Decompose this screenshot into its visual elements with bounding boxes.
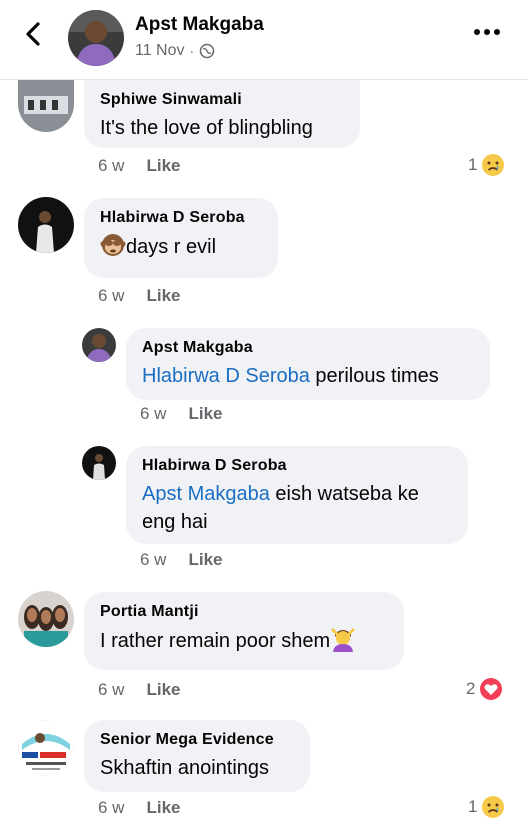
sad-face-emoji-icon	[482, 796, 505, 818]
heart-emoji-icon	[480, 678, 503, 700]
comment-time: 6 w	[98, 286, 125, 305]
like-button[interactable]: Like	[146, 286, 180, 306]
comment-time: 6 w	[98, 680, 125, 699]
post-header: Apst Makgaba 11 Nov ·	[0, 0, 528, 80]
post-meta: 11 Nov ·	[135, 42, 215, 60]
commenter-name[interactable]: Senior Mega Evidence	[100, 730, 294, 750]
comment-text: Skhaftin anointings	[100, 757, 270, 779]
comment-bubble[interactable]: Portia Mantji I rather remain poor shem	[84, 592, 404, 670]
commenter-name[interactable]: Apst Makgaba	[142, 338, 474, 358]
comment-text-body: I rather remain poor shem	[100, 630, 331, 652]
comment-bubble[interactable]: Senior Mega Evidence Skhaftin anointings	[84, 720, 310, 792]
like-button[interactable]: Like	[188, 404, 222, 424]
commenter-name[interactable]: Hlabirwa D Seroba	[100, 208, 262, 228]
comment-actions: 6 w Like	[140, 404, 223, 424]
comment-time: 6 w	[98, 798, 125, 817]
comment-time: 6 w	[140, 404, 167, 423]
comment-text: I rather remain poor shem	[100, 626, 388, 655]
avatar[interactable]	[18, 80, 74, 132]
comment-time: 6 w	[98, 156, 125, 175]
woman-gesturing-emoji-icon	[331, 628, 355, 652]
comment-actions: 6 w Like	[98, 156, 181, 176]
mention-link[interactable]: Hlabirwa D Seroba	[142, 365, 310, 387]
comment-time: 6 w	[140, 550, 167, 569]
like-button[interactable]: Like	[146, 798, 180, 818]
comment-text-line2: eng hai	[142, 511, 208, 533]
comment-actions: 6 w Like	[98, 286, 181, 306]
reply-bubble[interactable]: Hlabirwa D Seroba Apst Makgaba eish wats…	[126, 446, 468, 544]
comment-actions: 6 w Like	[98, 680, 181, 700]
comment-bubble[interactable]: Hlabirwa D Seroba days r evil	[84, 198, 278, 278]
separator-dot: ·	[189, 43, 195, 59]
reaction-count: 1	[468, 797, 478, 816]
commenter-name[interactable]: Hlabirwa D Seroba	[142, 456, 452, 476]
reaction-summary[interactable]: 1	[468, 153, 505, 177]
monkey-emoji-icon	[100, 234, 126, 256]
post-date: 11 Nov	[135, 42, 185, 59]
like-button[interactable]: Like	[188, 550, 222, 570]
comment-bubble[interactable]: Sphiwe Sinwamali It's the love of blingb…	[84, 80, 360, 148]
avatar[interactable]	[18, 591, 74, 647]
globe-icon	[199, 43, 215, 59]
comment-actions: 6 w Like	[140, 550, 223, 570]
avatar[interactable]	[18, 197, 74, 253]
comment-actions: 6 w Like	[98, 798, 181, 818]
comment-text: Apst Makgaba eish watseba ke eng hai	[142, 480, 452, 536]
like-button[interactable]: Like	[146, 156, 180, 176]
sad-face-emoji-icon	[482, 154, 505, 176]
comment-text: It's the love of blingbling	[100, 117, 313, 139]
avatar[interactable]	[82, 328, 116, 362]
back-arrow-icon[interactable]	[22, 20, 46, 48]
mention-link[interactable]: Apst Makgaba	[142, 483, 270, 505]
comment-text-body: days r evil	[126, 236, 217, 258]
like-button[interactable]: Like	[146, 680, 180, 700]
avatar[interactable]	[68, 10, 124, 66]
more-options-icon[interactable]	[474, 26, 502, 38]
reply-bubble[interactable]: Apst Makgaba Hlabirwa D Seroba perilous …	[126, 328, 490, 400]
reaction-count: 1	[468, 155, 478, 174]
reaction-summary[interactable]: 1	[468, 795, 505, 819]
reaction-summary[interactable]: 2	[466, 677, 503, 701]
author-name[interactable]: Apst Makgaba	[135, 14, 264, 36]
commenter-name[interactable]: Sphiwe Sinwamali	[100, 90, 344, 110]
avatar[interactable]	[18, 720, 74, 776]
commenter-name[interactable]: Portia Mantji	[100, 602, 388, 622]
comment-text-body: eish watseba ke	[269, 483, 419, 505]
avatar[interactable]	[82, 446, 116, 480]
comment-text-body: perilous times	[309, 365, 439, 387]
reaction-count: 2	[466, 679, 476, 698]
comment-text: Hlabirwa D Seroba perilous times	[142, 362, 474, 390]
comment-text: days r evil	[100, 232, 262, 261]
